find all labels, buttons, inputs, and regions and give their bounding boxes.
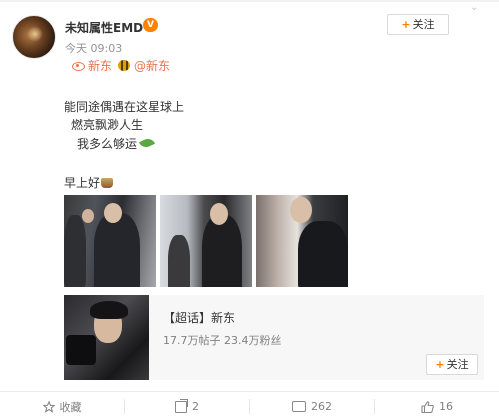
bee-emoji-icon [118, 60, 131, 71]
follow-label: 关注 [412, 18, 435, 31]
share-icon [175, 398, 188, 413]
plus-icon: + [435, 358, 445, 371]
super-topic-stats: 17.7万帖子 23.4万粉丝 [163, 334, 282, 347]
comment-count: 262 [311, 400, 332, 413]
comment-button[interactable]: 262 [250, 392, 374, 420]
username[interactable]: 未知属性EMD [65, 19, 143, 36]
post-text-line-1: 能同途偶遇在这星球上 [64, 100, 185, 114]
comment-icon [292, 401, 306, 412]
super-topic-cover-image[interactable] [64, 295, 149, 380]
action-bar: 收藏 2 262 16 [0, 391, 499, 420]
post-text-line-4-wrap: 早上好 [64, 174, 114, 191]
chevron-down-icon[interactable]: ⌄ [470, 2, 478, 13]
super-topic-icon [72, 62, 85, 71]
post-photo-2[interactable] [160, 195, 252, 287]
thumbs-up-icon [421, 400, 434, 413]
favorite-label: 收藏 [59, 400, 82, 414]
post-text-line-4: 早上好 [64, 176, 101, 190]
star-icon [42, 400, 55, 413]
avatar[interactable] [12, 15, 56, 59]
follow-label: 关注 [446, 358, 469, 371]
like-button[interactable]: 16 [375, 392, 499, 420]
vip-badge-icon: V [143, 18, 158, 32]
super-topic-card[interactable]: 【超话】新东 17.7万帖子 23.4万粉丝 + 关注 [64, 295, 484, 380]
super-topic-title[interactable]: 【超话】新东 [163, 309, 235, 326]
post-photo-3[interactable] [256, 195, 348, 287]
super-topic-follow-button[interactable]: + 关注 [426, 354, 478, 375]
share-count: 2 [192, 400, 199, 413]
like-count: 16 [439, 400, 453, 413]
mention-link[interactable]: @新东 [134, 57, 170, 74]
post-text-line-2: 燃亮飘渺人生 [71, 118, 144, 132]
share-button[interactable]: 2 [125, 392, 249, 420]
post-photo-1[interactable] [64, 195, 156, 287]
follow-button[interactable]: + 关注 [387, 14, 449, 35]
post-time[interactable]: 今天 09:03 [65, 40, 122, 56]
post-text-line-3: 我多么够运 [77, 137, 138, 151]
post-text-line-3-wrap: 我多么够运 [77, 135, 156, 152]
leaf-emoji-icon [138, 136, 156, 150]
favorite-button[interactable]: 收藏 [0, 392, 124, 420]
top-divider [0, 0, 499, 2]
coffee-emoji-icon [101, 178, 114, 188]
super-topic-tag[interactable]: 新东 @新东 [72, 57, 170, 74]
super-topic-name[interactable]: 新东 [88, 57, 112, 74]
plus-icon: + [401, 18, 411, 31]
